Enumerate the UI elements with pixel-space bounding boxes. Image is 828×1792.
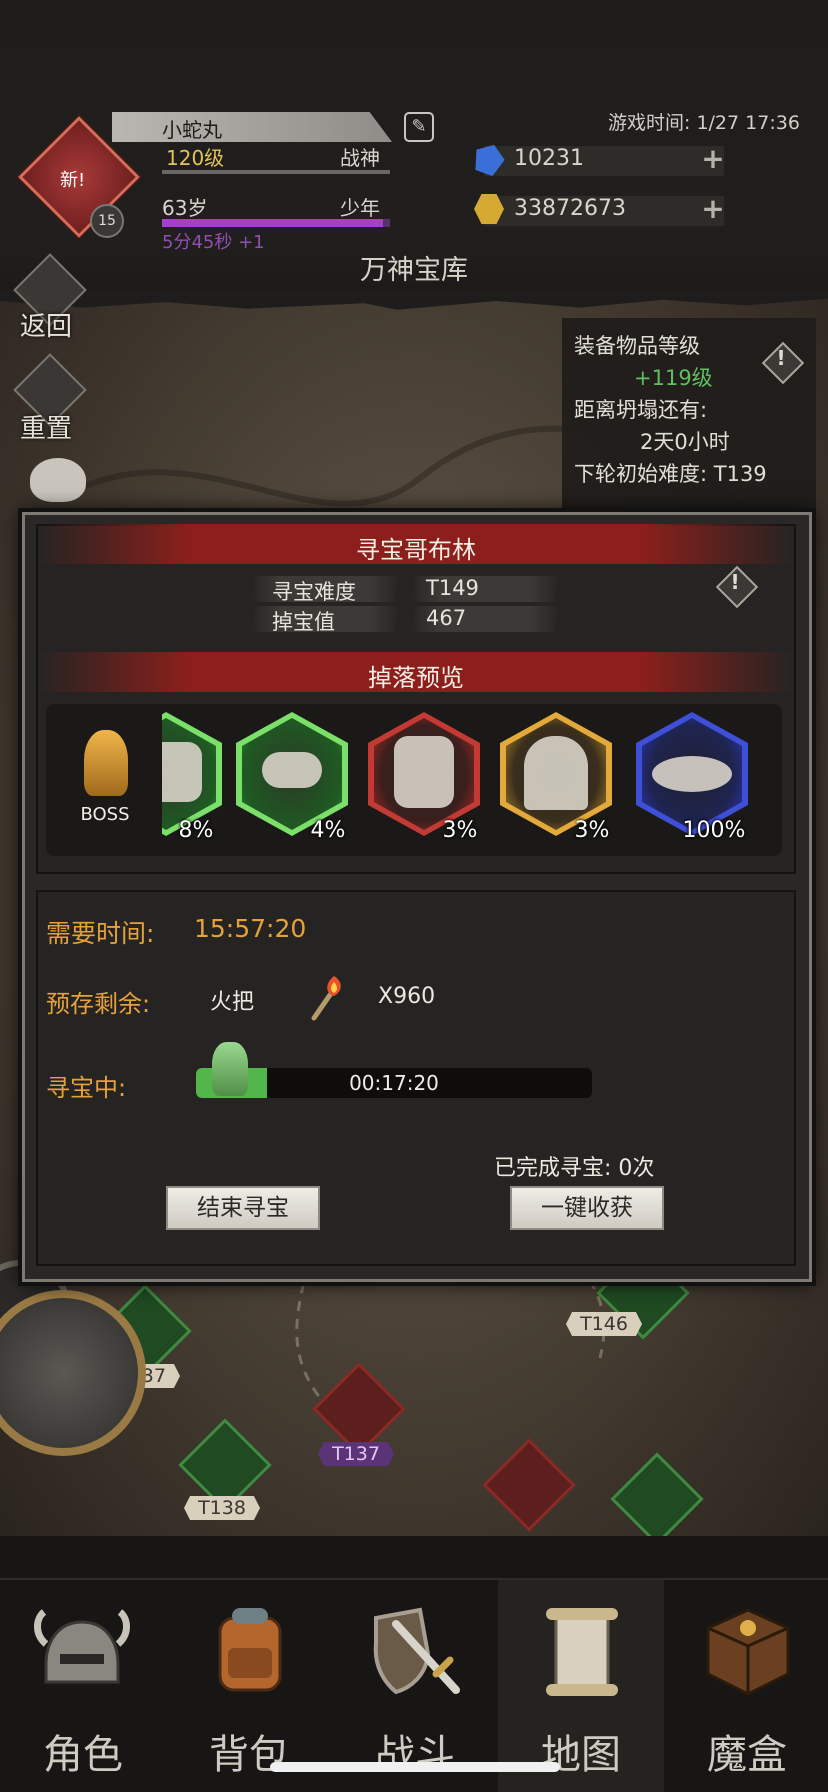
belt-icon bbox=[262, 752, 322, 788]
rank-badge: 15 bbox=[90, 204, 124, 238]
nav-label: 魔盒 bbox=[707, 1732, 787, 1778]
collapse-time: 2天0小时 bbox=[640, 430, 730, 454]
age-bar-fill bbox=[162, 219, 383, 227]
dialog-exclamation-icon: ! bbox=[730, 570, 740, 594]
torch-svg bbox=[311, 976, 341, 1021]
map-node-label: T146 bbox=[566, 1312, 642, 1336]
player-name: 小蛇丸 bbox=[162, 118, 222, 142]
armor-icon bbox=[162, 742, 202, 802]
required-time-label: 需要时间: bbox=[46, 919, 155, 948]
next-difficulty: 下轮初始难度: T139 bbox=[574, 462, 767, 486]
required-time-value: 15:57:20 bbox=[194, 914, 307, 943]
drop-percent: 4% bbox=[310, 818, 346, 843]
difficulty-value: T149 bbox=[426, 576, 479, 600]
search-progress-time: 00:17:20 bbox=[349, 1071, 439, 1095]
armor-icon bbox=[394, 736, 454, 808]
home-indicator[interactable] bbox=[270, 1762, 560, 1772]
add-gems-button[interactable]: + bbox=[700, 145, 726, 173]
helmet-icon bbox=[34, 1609, 130, 1684]
stock-item-name: 火把 bbox=[210, 990, 255, 1015]
magic-box-icon bbox=[706, 1608, 790, 1696]
reset-label: 重置 bbox=[20, 414, 73, 444]
scroll-map-icon bbox=[546, 1608, 618, 1696]
gem-value: 10231 bbox=[514, 146, 584, 171]
map-node-label: T138 bbox=[184, 1496, 260, 1520]
collect-all-button[interactable]: 一键收获 bbox=[510, 1186, 664, 1230]
player-title: 战神 bbox=[340, 146, 380, 170]
drop-percent: 3% bbox=[574, 818, 610, 843]
drop-percent: 3% bbox=[442, 818, 478, 843]
torch-icon bbox=[308, 972, 348, 1022]
dialog-title: 寻宝哥布林 bbox=[356, 536, 476, 564]
player-age: 63岁 bbox=[162, 196, 208, 220]
bowl-icon bbox=[652, 756, 732, 792]
stock-label: 预存剩余: bbox=[46, 990, 151, 1018]
edit-name-icon[interactable]: ✎ bbox=[404, 112, 434, 142]
preview-title: 掉落预览 bbox=[368, 664, 464, 692]
back-label: 返回 bbox=[20, 312, 73, 342]
drop-percent: 8% bbox=[178, 818, 214, 843]
collapse-label: 距离坍塌还有: bbox=[574, 398, 708, 422]
drop-value-label: 掉宝值 bbox=[272, 610, 335, 634]
page-title: 万神宝库 bbox=[360, 255, 468, 286]
difficulty-label: 寻宝难度 bbox=[272, 580, 356, 604]
backpack-icon bbox=[218, 1608, 282, 1692]
equip-level-value: +119级 bbox=[634, 366, 713, 390]
name-plate bbox=[112, 112, 392, 142]
level-bar bbox=[162, 170, 390, 174]
robe-icon bbox=[524, 736, 588, 810]
boss-label: BOSS bbox=[80, 804, 130, 825]
new-tag: 新! bbox=[60, 170, 86, 191]
stock-count: X960 bbox=[378, 984, 436, 1009]
add-gold-button[interactable]: + bbox=[700, 195, 726, 223]
gold-value: 33872673 bbox=[514, 196, 626, 221]
searching-label: 寻宝中: bbox=[46, 1074, 127, 1102]
drop-percent: 100% bbox=[682, 818, 746, 843]
info-exclamation-icon: ! bbox=[776, 346, 786, 370]
drop-value: 467 bbox=[426, 606, 467, 630]
completed-count: 已完成寻宝: 0次 bbox=[494, 1156, 655, 1181]
game-time: 游戏时间: 1/27 17:36 bbox=[608, 112, 800, 134]
sword-shield-icon bbox=[373, 1607, 460, 1695]
equip-level-label: 装备物品等级 bbox=[574, 334, 700, 358]
nav-label: 角色 bbox=[43, 1732, 123, 1778]
age-stage: 少年 bbox=[340, 196, 380, 220]
player-level: 120级 bbox=[166, 146, 225, 170]
skull-icon[interactable] bbox=[30, 458, 86, 502]
boss-helmet-icon bbox=[84, 730, 128, 796]
map-node-label: T137 bbox=[318, 1442, 394, 1466]
end-search-button[interactable]: 结束寻宝 bbox=[166, 1186, 320, 1230]
